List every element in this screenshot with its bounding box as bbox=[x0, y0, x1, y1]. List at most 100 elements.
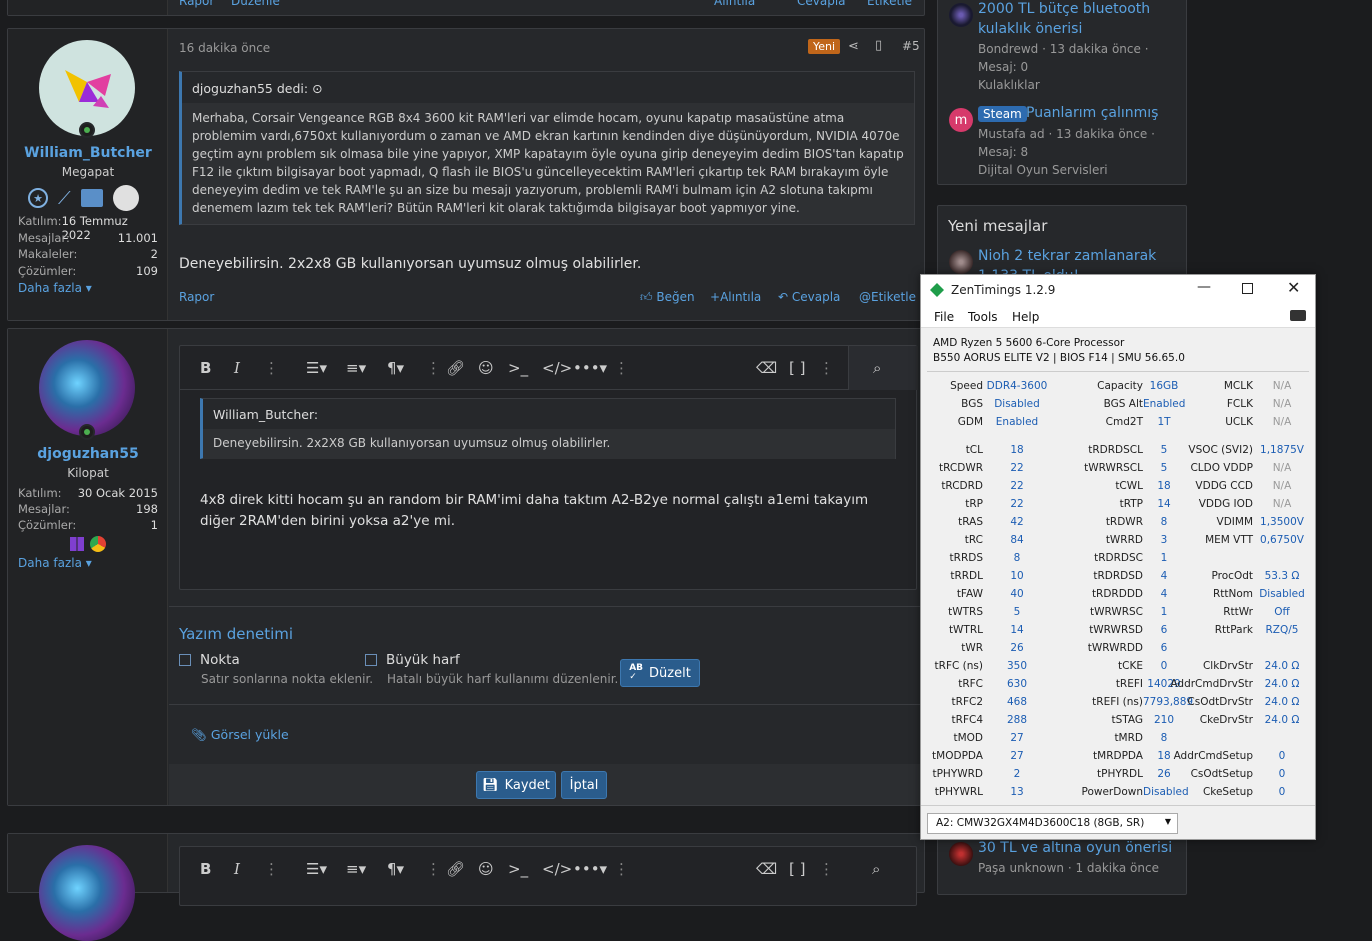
thread-title-link[interactable]: Nioh 2 tekrar zamlanarak bbox=[978, 248, 1156, 264]
username[interactable]: djoguzhan55 bbox=[8, 446, 168, 462]
paragraph-icon[interactable]: ¶▾ bbox=[387, 346, 404, 390]
html-icon[interactable]: </> bbox=[542, 847, 572, 891]
more-vertical-icon[interactable]: ⋮ bbox=[614, 346, 629, 390]
previous-tag-link[interactable]: Etiketle bbox=[867, 0, 912, 8]
camera-icon[interactable] bbox=[1290, 310, 1306, 321]
bookmark-icon[interactable]: ▯ bbox=[875, 38, 882, 53]
bbcode-icon[interactable]: [ ] bbox=[789, 346, 805, 390]
dimm-select[interactable]: A2: CMW32GX4M4D3600C18 (8GB, SR) ▼ bbox=[927, 813, 1178, 834]
stat-articles: Makaleler: 2 bbox=[18, 247, 158, 261]
image-upload-button[interactable]: 📎︎ Görsel yükle bbox=[191, 727, 289, 743]
capital-checkbox[interactable] bbox=[365, 654, 377, 666]
timing-value: 10 bbox=[1010, 570, 1024, 582]
more-vertical-icon[interactable]: ⋮ bbox=[264, 847, 279, 891]
italic-icon[interactable]: I bbox=[234, 346, 240, 390]
more-vertical-icon[interactable]: ⋮ bbox=[426, 847, 441, 891]
timing-value: 630 bbox=[1006, 678, 1028, 690]
reply-button[interactable]: ↶ Cevapla bbox=[778, 290, 840, 304]
report-link[interactable]: Rapor bbox=[179, 290, 214, 304]
timing-label: tWRWRSCL bbox=[1084, 462, 1143, 474]
thread-avatar[interactable] bbox=[949, 3, 973, 27]
code-icon[interactable]: >_ bbox=[508, 346, 528, 390]
chrome-icon bbox=[90, 536, 106, 552]
thread-avatar[interactable] bbox=[949, 842, 973, 866]
thread-title-link[interactable]: 30 TL ve altına oyun önerisi bbox=[978, 840, 1172, 856]
italic-icon[interactable]: I bbox=[234, 847, 240, 891]
timing-label: tRRDS bbox=[949, 552, 983, 564]
fix-button[interactable]: AB ✓ Düzelt bbox=[620, 659, 700, 687]
previous-reply-link[interactable]: Cevapla bbox=[797, 0, 846, 8]
link-icon[interactable]: 🔗︎ bbox=[446, 346, 465, 390]
more-vertical-icon[interactable]: ⋮ bbox=[819, 847, 834, 891]
title-bar[interactable]: ZenTimings 1.2.9 — ✕ bbox=[921, 275, 1315, 306]
more-info-link[interactable]: Daha fazla ▾ bbox=[18, 556, 92, 570]
more-horizontal-icon[interactable]: •••▾ bbox=[573, 346, 607, 390]
timing-label: PowerDown bbox=[1081, 786, 1144, 798]
avatar[interactable] bbox=[39, 340, 135, 436]
message-editor: B I ⋮ ☰▾ ≡▾ ¶▾ ⋮ 🔗︎ ☺ >_ </> •••▾ ⋮ ⌫ [ … bbox=[179, 846, 917, 906]
period-checkbox[interactable] bbox=[179, 654, 191, 666]
timing-label: RttWr bbox=[1223, 606, 1253, 618]
thread-forum-link[interactable]: Kulaklıklar bbox=[978, 78, 1040, 92]
timing-label: tRDRDSC bbox=[1094, 552, 1143, 564]
timing-value: 22 bbox=[1010, 498, 1024, 510]
close-icon[interactable]: ✕ bbox=[1287, 278, 1300, 297]
menu-tools[interactable]: Tools bbox=[968, 310, 998, 324]
align-icon[interactable]: ≡▾ bbox=[346, 847, 366, 891]
eraser-icon[interactable]: ⌫ bbox=[756, 346, 777, 390]
timing-value: 2 bbox=[1013, 768, 1021, 780]
preview-toggle[interactable]: ⌕ bbox=[848, 346, 918, 390]
align-icon[interactable]: ≡▾ bbox=[346, 346, 366, 390]
previous-edit-link[interactable]: Düzenle bbox=[231, 0, 280, 8]
bold-icon[interactable]: B bbox=[200, 346, 211, 390]
list-icon[interactable]: ☰▾ bbox=[306, 847, 327, 891]
post-number[interactable]: #5 bbox=[902, 39, 920, 53]
previous-post: Rapor Düzenle Alıntıla Cevapla Etiketle bbox=[7, 0, 925, 16]
post-time[interactable]: 16 dakika önce bbox=[179, 41, 270, 55]
minimize-icon[interactable]: — bbox=[1197, 279, 1211, 295]
avatar[interactable] bbox=[39, 845, 135, 941]
menu-file[interactable]: File bbox=[934, 310, 954, 324]
eraser-icon[interactable]: ⌫ bbox=[756, 847, 777, 891]
more-info-link[interactable]: Daha fazla ▾ bbox=[18, 281, 92, 295]
like-button[interactable]: 👍︎ Beğen bbox=[640, 290, 695, 305]
save-button[interactable]: 💾︎ Kaydet bbox=[476, 771, 556, 799]
period-option[interactable]: Nokta bbox=[179, 652, 240, 668]
link-icon[interactable]: 🔗︎ bbox=[446, 847, 465, 891]
more-vertical-icon[interactable]: ⋮ bbox=[819, 346, 834, 390]
thread-forum-link[interactable]: Dijital Oyun Servisleri bbox=[978, 163, 1108, 177]
arrow-up-circle-icon[interactable]: ⊙ bbox=[312, 81, 322, 96]
maximize-icon[interactable] bbox=[1242, 283, 1253, 294]
smiley-icon[interactable]: ☺ bbox=[478, 346, 494, 390]
more-vertical-icon[interactable]: ⋮ bbox=[264, 346, 279, 390]
thread-title-link[interactable]: 2000 TL bütçe bluetooth kulaklık önerisi bbox=[978, 0, 1178, 39]
code-icon[interactable]: >_ bbox=[508, 847, 528, 891]
bold-icon[interactable]: B bbox=[200, 847, 211, 891]
more-vertical-icon[interactable]: ⋮ bbox=[614, 847, 629, 891]
steam-prefix-badge[interactable]: Steam bbox=[978, 106, 1027, 122]
new-messages-title: Yeni mesajlar bbox=[948, 217, 1048, 235]
tag-button[interactable]: @Etiketle bbox=[859, 290, 916, 304]
period-option-desc: Satır sonlarına nokta eklenir. bbox=[201, 672, 374, 686]
thread-avatar[interactable]: m bbox=[949, 108, 973, 132]
username[interactable]: William_Butcher bbox=[8, 145, 168, 161]
stat-messages: Mesajlar: 11.001 bbox=[18, 231, 158, 245]
more-horizontal-icon[interactable]: •••▾ bbox=[573, 847, 607, 891]
previous-report-link[interactable]: Rapor bbox=[179, 0, 214, 8]
bbcode-icon[interactable]: [ ] bbox=[789, 847, 805, 891]
thread-avatar[interactable] bbox=[949, 250, 973, 274]
previous-quote-link[interactable]: Alıntıla bbox=[714, 0, 755, 8]
html-icon[interactable]: </> bbox=[542, 346, 572, 390]
smiley-icon[interactable]: ☺ bbox=[478, 847, 494, 891]
quote-button[interactable]: +Alıntıla bbox=[710, 290, 761, 304]
paragraph-icon[interactable]: ¶▾ bbox=[387, 847, 404, 891]
cancel-button[interactable]: İptal bbox=[561, 771, 607, 799]
thread-title-link[interactable]: Puanlarım çalınmış bbox=[1026, 105, 1158, 121]
menu-help[interactable]: Help bbox=[1012, 310, 1039, 324]
editor-text[interactable]: 4x8 direk kitti hocam şu an random bir R… bbox=[200, 490, 900, 532]
more-vertical-icon[interactable]: ⋮ bbox=[426, 346, 441, 390]
preview-icon[interactable]: ⌕ bbox=[872, 847, 880, 891]
capital-option[interactable]: Büyük harf bbox=[365, 652, 460, 668]
share-icon[interactable]: ⋖ bbox=[848, 39, 859, 54]
list-icon[interactable]: ☰▾ bbox=[306, 346, 327, 390]
